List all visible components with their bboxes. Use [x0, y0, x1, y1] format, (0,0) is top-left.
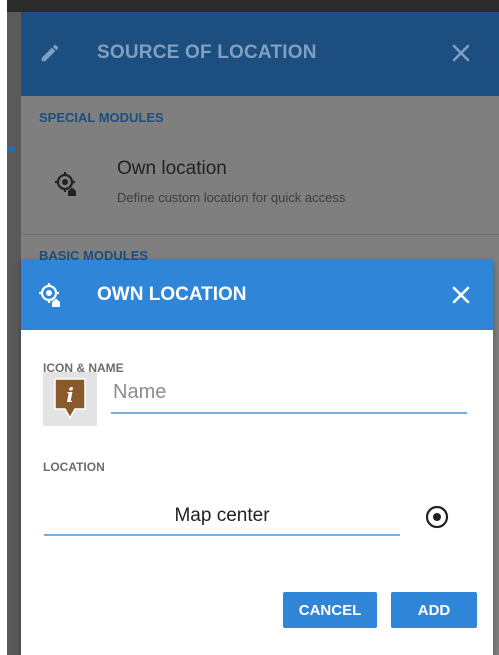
dialog-header: OWN LOCATION: [21, 260, 493, 330]
info-poi-icon: i: [54, 378, 86, 420]
module-item-title[interactable]: Own location: [117, 158, 227, 180]
pencil-icon: [41, 44, 59, 62]
name-input[interactable]: [111, 372, 467, 414]
poi-icon-picker[interactable]: i: [43, 372, 97, 426]
module-item-subtitle: Define custom location for quick access: [117, 190, 346, 205]
section-header-special: SPECIAL MODULES: [39, 110, 164, 125]
cancel-button[interactable]: CANCEL: [283, 592, 377, 628]
screen: SOURCE OF LOCATION SPECIAL MODULES Own l…: [0, 0, 499, 655]
location-home-icon: [55, 172, 76, 196]
svg-text:i: i: [66, 383, 74, 407]
divider: [21, 234, 499, 235]
add-button[interactable]: ADD: [391, 592, 477, 628]
close-icon[interactable]: [451, 43, 471, 63]
dimmed-left-strip: [7, 12, 21, 655]
background-dialog-title: SOURCE OF LOCATION: [97, 42, 317, 63]
background-dialog-header: SOURCE OF LOCATION: [21, 12, 499, 96]
location-home-icon: [39, 283, 60, 307]
own-location-dialog: OWN LOCATION ICON & NAME i LOCATION Map …: [21, 260, 493, 655]
location-label: LOCATION: [43, 460, 105, 474]
tab-indicator: [7, 147, 15, 152]
close-icon[interactable]: [451, 285, 471, 305]
location-selector[interactable]: Map center: [44, 498, 400, 536]
dialog-title: OWN LOCATION: [97, 284, 247, 305]
target-icon[interactable]: [423, 503, 451, 531]
section-header-basic: BASIC MODULES: [39, 248, 149, 260]
